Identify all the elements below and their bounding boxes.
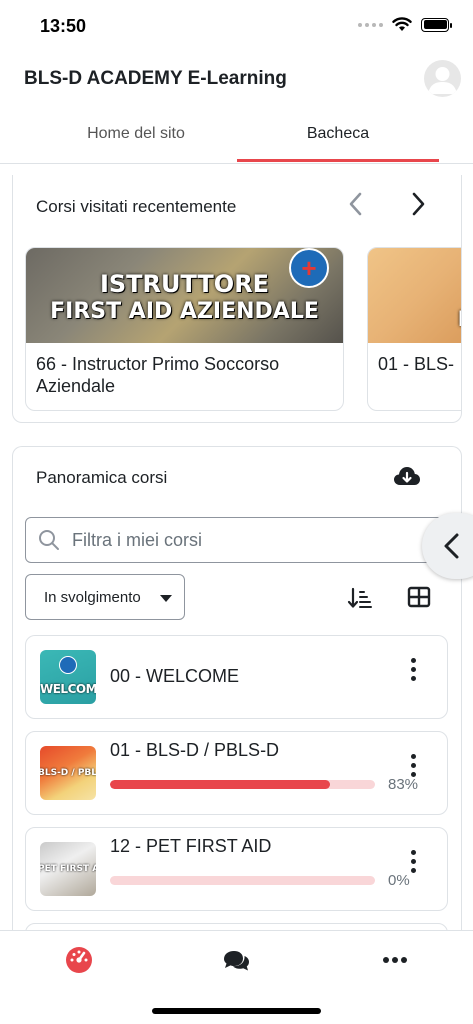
chevron-right-icon[interactable]	[405, 191, 431, 217]
course-banner: ISTRUTTORE FIRST AID AZIENDALE	[50, 270, 319, 324]
course-overview-card: Panoramica corsi In svolgimento WELCOME …	[12, 446, 462, 966]
more-options-icon[interactable]	[409, 754, 417, 780]
more-icon[interactable]	[380, 945, 410, 975]
course-image: B	[368, 248, 461, 343]
wifi-icon	[392, 17, 412, 31]
course-overview-title: Panoramica corsi	[36, 468, 168, 487]
progress-percent: 0%	[388, 872, 410, 889]
tab-bar: Home del sito Bacheca	[0, 112, 473, 164]
course-list-item[interactable]: PET FIRST AID 12 - PET FIRST AID 0%	[25, 827, 448, 911]
active-tab-indicator	[237, 159, 439, 162]
recent-courses-title: Corsi visitati recentemente	[36, 197, 237, 216]
status-icons	[358, 17, 452, 32]
recent-course-tile[interactable]: ISTRUTTORE FIRST AID AZIENDALE 66 - Inst…	[25, 247, 344, 411]
search-input[interactable]	[72, 518, 412, 562]
course-thumbnail: WELCOME	[40, 650, 96, 704]
course-list-item[interactable]: BLS-D / PBLS-D 01 - BLS-D / PBLS-D 83%	[25, 731, 448, 815]
messages-icon[interactable]	[221, 945, 251, 975]
recent-courses-card: Corsi visitati recentemente ISTRUTTORE F…	[12, 175, 462, 423]
caret-down-icon	[160, 595, 172, 602]
sort-icon[interactable]	[347, 587, 373, 609]
battery-icon	[421, 17, 452, 32]
home-indicator	[152, 1008, 321, 1014]
progress-bar	[110, 780, 375, 789]
more-options-icon[interactable]	[409, 658, 417, 684]
course-name[interactable]: 00 - WELCOME	[110, 666, 239, 687]
chevron-left-icon	[444, 533, 459, 559]
course-thumbnail: BLS-D / PBLS-D	[40, 746, 96, 800]
cloud-download-icon[interactable]	[393, 465, 421, 489]
course-name: 66 - Instructor Primo Soccorso Aziendale	[36, 354, 280, 396]
tab-bacheca[interactable]: Bacheca	[237, 112, 439, 164]
academy-logo-icon	[59, 656, 77, 674]
signal-icon	[358, 22, 383, 27]
user-avatar[interactable]	[424, 60, 461, 97]
more-options-icon[interactable]	[409, 850, 417, 876]
chevron-left-icon[interactable]	[343, 191, 369, 217]
app-title: BLS-D ACADEMY E-Learning	[24, 68, 287, 89]
progress-fill	[110, 780, 330, 789]
status-time: 13:50	[40, 16, 87, 36]
course-list-item[interactable]: WELCOME 00 - WELCOME	[25, 635, 448, 719]
dashboard-icon[interactable]	[64, 945, 94, 975]
user-avatar-icon	[428, 67, 457, 94]
search-icon	[39, 530, 59, 550]
course-filter-select[interactable]: In svolgimento	[25, 574, 185, 620]
status-bar: 13:50	[0, 0, 473, 52]
course-name[interactable]: 12 - PET FIRST AID	[110, 836, 271, 857]
search-box[interactable]	[25, 517, 461, 563]
progress-bar	[110, 876, 375, 885]
recent-course-tile[interactable]: B 01 - BLS-	[367, 247, 461, 411]
course-thumbnail: PET FIRST AID	[40, 842, 96, 896]
grid-view-icon[interactable]	[407, 586, 431, 608]
course-name: 01 - BLS-	[378, 354, 455, 374]
course-name[interactable]: 01 - BLS-D / PBLS-D	[110, 740, 279, 761]
filter-selected-value: In svolgimento	[44, 589, 141, 606]
tab-home[interactable]: Home del sito	[35, 112, 237, 164]
course-image: ISTRUTTORE FIRST AID AZIENDALE	[26, 248, 343, 343]
